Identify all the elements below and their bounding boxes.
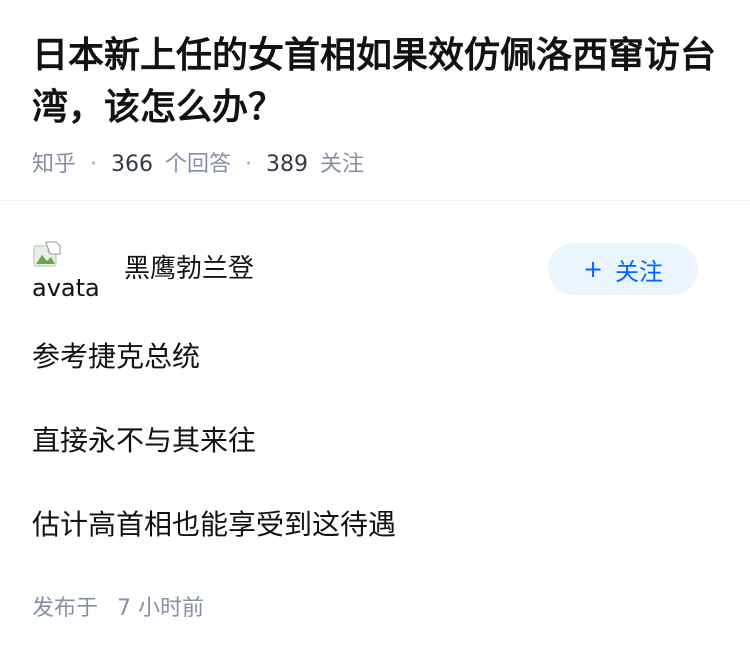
answer-card: avatar 黑鹰勃兰登 + 关注 参考捷克总统 直接永不与其来往 估计高首相也…: [32, 240, 718, 624]
avatar[interactable]: avatar: [32, 240, 98, 300]
author-row: avatar 黑鹰勃兰登 + 关注: [32, 240, 718, 300]
follows-count: 389: [266, 152, 309, 177]
answers-label: 个回答: [165, 152, 232, 177]
question-meta: 知乎 · 366 个回答 · 389 关注: [32, 150, 722, 180]
answers-count: 366: [111, 152, 154, 177]
answer-paragraph: 直接永不与其来往: [32, 424, 257, 457]
publish-time: 发布于 7 小时前: [32, 594, 718, 624]
source-label: 知乎: [32, 152, 77, 177]
plus-icon: +: [582, 255, 604, 283]
avatar-alt-text: avatar: [32, 274, 98, 300]
author-name[interactable]: 黑鹰勃兰登: [124, 252, 254, 286]
section-divider: [0, 200, 750, 201]
answer-paragraph: 参考捷克总统: [32, 340, 201, 373]
answer-paragraph: 估计高首相也能享受到这待遇: [32, 508, 397, 541]
meta-separator-dot: ·: [90, 152, 98, 177]
publish-time-prefix: 发布于: [32, 596, 99, 621]
meta-separator-dot: ·: [245, 152, 253, 177]
question-title[interactable]: 日本新上任的女首相如果效仿佩洛西窜访台湾，该怎么办？: [32, 30, 722, 134]
broken-image-icon: [33, 241, 61, 267]
answer-content[interactable]: 参考捷克总统 直接永不与其来往 估计高首相也能享受到这待遇: [32, 336, 718, 546]
follow-button[interactable]: + 关注: [548, 243, 698, 295]
publish-time-value: 7 小时前: [117, 596, 205, 621]
follow-button-label: 关注: [615, 257, 664, 286]
question-header: 日本新上任的女首相如果效仿佩洛西窜访台湾，该怎么办？ 知乎 · 366 个回答 …: [32, 30, 722, 180]
follows-label: 关注: [320, 152, 365, 177]
